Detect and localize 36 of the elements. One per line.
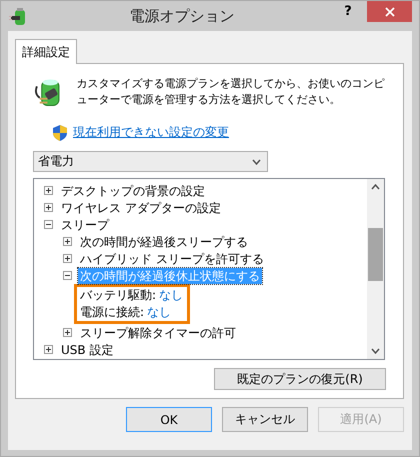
setting-value-link[interactable]: なし [159,287,184,304]
tree-item[interactable]: ワイヤレス アダプターの設定 [59,200,223,216]
tree-item[interactable]: スリープ [59,216,111,232]
setting-label: バッテリ駆動: [80,287,156,304]
dialog-button[interactable]: OK [126,407,212,432]
scrollbar-thumb[interactable] [368,228,383,281]
tree-item[interactable]: USB 設定 [59,342,116,358]
setting-value-link[interactable]: なし [147,304,172,321]
expand-icon[interactable] [63,237,72,246]
change-settings-link[interactable]: 現在利用できない設定の変更 [73,124,229,141]
chevron-down-icon [252,158,261,164]
expand-icon[interactable] [63,328,72,337]
tree-item[interactable]: スリープ解除タイマーの許可 [78,324,238,340]
expand-icon[interactable] [63,254,72,263]
close-button[interactable] [367,1,412,22]
scroll-down-icon[interactable] [371,348,380,354]
close-icon [384,6,394,16]
setting-label: 電源に接続: [80,304,144,321]
window-title: 電源オプション [128,6,236,26]
tree-item[interactable]: 次の時間が経過後スリープする [78,234,250,250]
expand-icon[interactable] [44,345,53,354]
scrollbar[interactable] [367,179,384,359]
collapse-icon[interactable] [44,220,53,229]
scroll-up-icon[interactable] [371,184,380,190]
description-text: カスタマイズする電源プランを選択してから、お使いのコンピューターで電源を管理する方法を選択してください。 [76,76,386,108]
restore-defaults-button[interactable]: 既定のプランの復元(R) [214,368,386,390]
tab[interactable]: 詳細設定 [15,39,77,64]
dialog-button[interactable]: キャンセル [222,407,308,432]
expand-icon[interactable] [44,186,53,195]
tree-item[interactable]: ハイブリッド スリープを許可する [78,250,266,266]
tree-item[interactable]: デスクトップの背景の設定 [59,182,207,198]
shield-icon [53,124,67,140]
collapse-icon[interactable] [63,271,72,280]
help-button[interactable]: ? [335,1,361,22]
plan-dropdown[interactable]: 省電力 [33,151,268,172]
expand-icon[interactable] [44,203,53,212]
